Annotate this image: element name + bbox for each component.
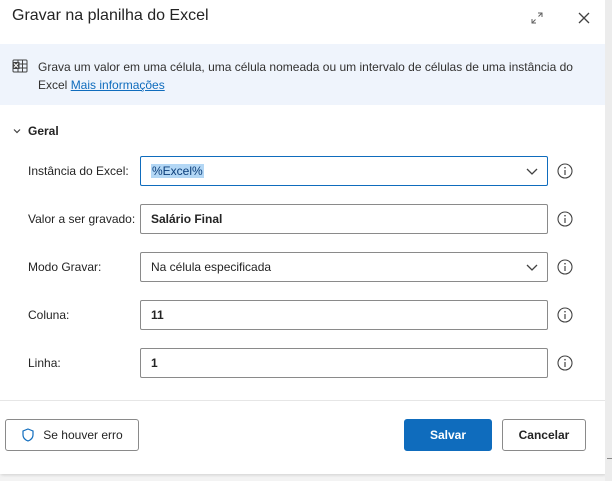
save-button[interactable]: Salvar: [404, 419, 492, 451]
column-input[interactable]: 11: [140, 300, 548, 330]
instance-label: Instância do Excel:: [28, 164, 129, 178]
value-label: Valor a ser gravado:: [28, 212, 136, 226]
excel-icon: [12, 59, 28, 73]
description-text: Grava um valor em uma célula, uma célula…: [38, 58, 588, 94]
footer-divider: [0, 400, 605, 401]
shield-icon: [22, 428, 34, 442]
cancel-button[interactable]: Cancelar: [502, 419, 586, 451]
instance-value: %Excel%: [151, 164, 204, 178]
background-window-edge: [605, 0, 612, 481]
close-button[interactable]: [572, 6, 596, 30]
mode-value: Na célula especificada: [151, 260, 272, 274]
save-label: Salvar: [429, 428, 467, 442]
value-input[interactable]: Salário Final: [140, 204, 548, 234]
info-icon[interactable]: [557, 355, 573, 371]
close-icon: [578, 12, 590, 24]
section-general-label: Geral: [28, 124, 59, 138]
column-value: 11: [151, 308, 164, 322]
on-error-button[interactable]: Se houver erro: [5, 419, 139, 451]
info-icon[interactable]: [557, 163, 573, 179]
column-label: Coluna:: [28, 308, 70, 322]
instance-dropdown[interactable]: %Excel%: [140, 156, 548, 186]
more-info-link[interactable]: Mais informações: [71, 78, 165, 92]
description-banner: Grava um valor em uma célula, uma célula…: [0, 44, 605, 105]
chevron-down-icon: [526, 168, 538, 175]
cancel-label: Cancelar: [518, 428, 570, 442]
on-error-label: Se houver erro: [43, 428, 123, 442]
mode-label: Modo Gravar:: [28, 260, 102, 274]
row-input[interactable]: 1: [140, 348, 548, 378]
info-icon[interactable]: [557, 259, 573, 275]
expand-icon: [531, 12, 543, 24]
expand-button[interactable]: [525, 6, 549, 30]
write-to-excel-dialog: Gravar na planilha do Excel Grava um val…: [0, 0, 605, 474]
value-text: Salário Final: [151, 212, 223, 226]
info-icon[interactable]: [557, 211, 573, 227]
row-value: 1: [151, 356, 158, 370]
dialog-title: Gravar na planilha do Excel: [12, 7, 209, 24]
background-divider: [607, 458, 612, 459]
chevron-down-icon: [13, 129, 21, 134]
info-icon[interactable]: [557, 307, 573, 323]
section-general-header[interactable]: Geral: [12, 122, 59, 140]
mode-dropdown[interactable]: Na célula especificada: [140, 252, 548, 282]
row-label: Linha:: [28, 356, 61, 370]
chevron-down-icon: [526, 264, 538, 271]
